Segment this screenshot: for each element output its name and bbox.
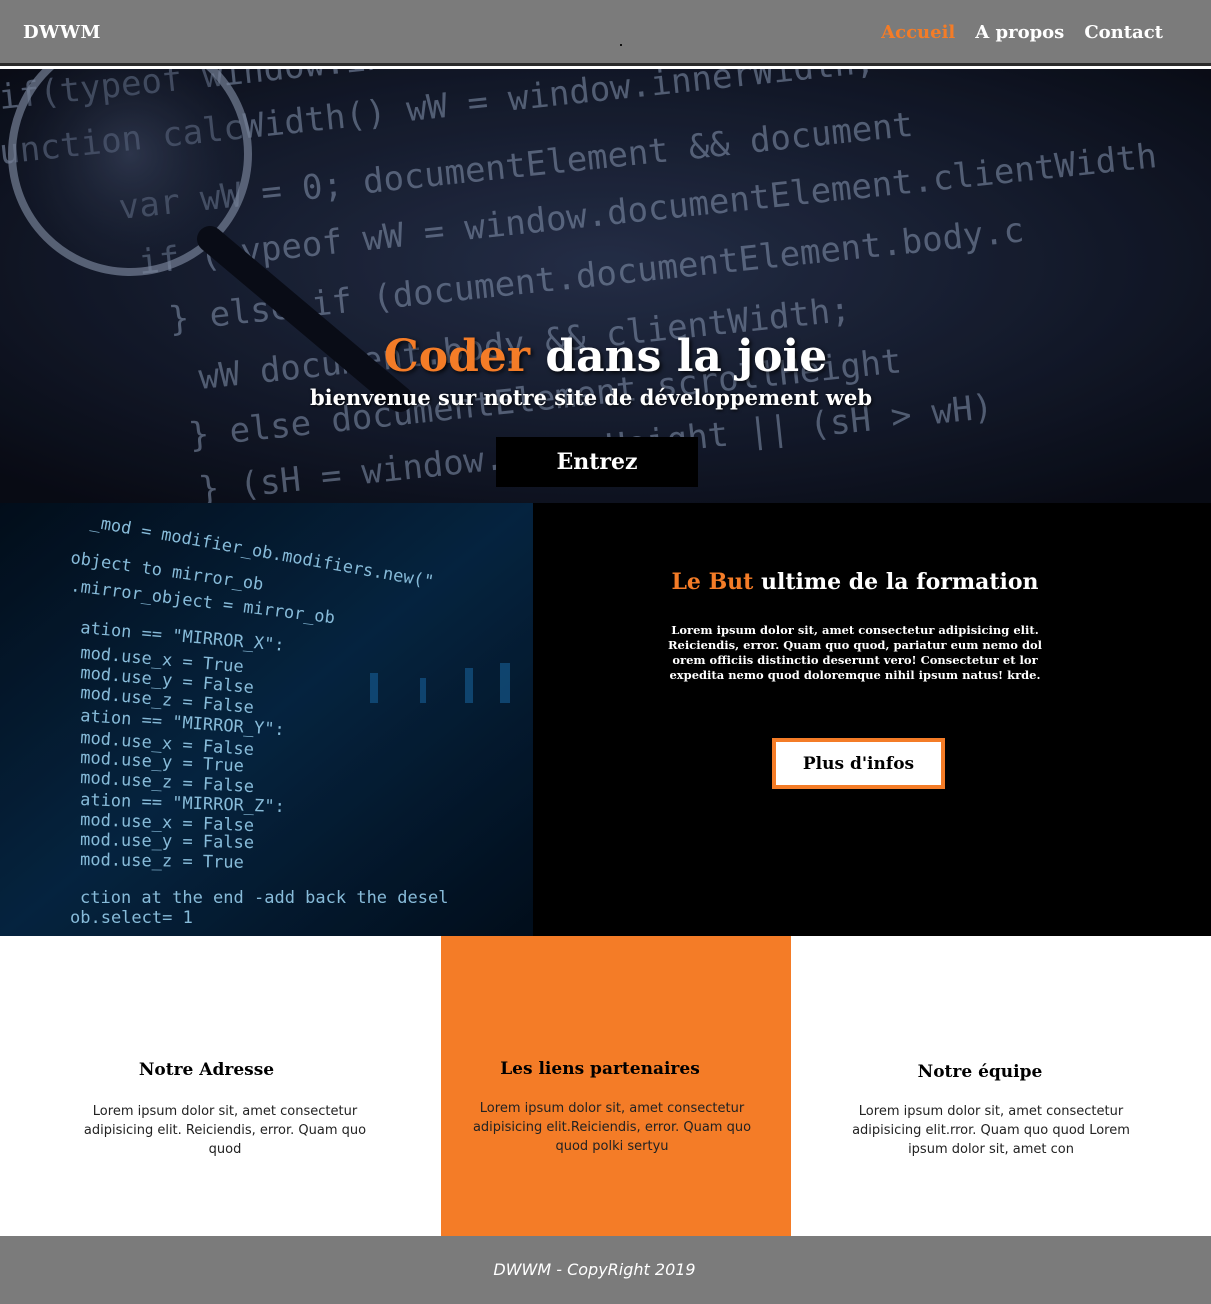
column-partners: Les liens partenaires Lorem ipsum dolor … [441,936,791,1236]
nav-link-a-propos[interactable]: A propos [975,22,1064,43]
main-nav: Accueil A propos Contact [881,22,1163,43]
mission-title-accent: Le But [671,569,754,595]
nav-link-contact[interactable]: Contact [1084,22,1163,43]
mission-title: Le But ultime de la formation [533,569,1177,595]
column-partners-text: Lorem ipsum dolor sit, amet consectetur … [472,1101,752,1154]
nav-link-accueil[interactable]: Accueil [881,22,955,43]
code-screen-image: _mod = modifier_ob.modifiers.new(" objec… [0,503,533,936]
hero-subtitle: bienvenue sur notre site de développemen… [309,385,873,410]
more-info-button[interactable]: Plus d'infos [772,738,945,789]
site-brand[interactable]: DWWM [23,22,101,43]
column-address-text: Lorem ipsum dolor sit, amet consectetur … [83,1104,367,1157]
site-header: DWWM Accueil A propos Contact [0,0,1211,66]
info-columns: Notre Adresse Lorem ipsum dolor sit, ame… [0,936,1211,1236]
hero-title-accent: Coder [383,331,531,382]
hero-section: if(typeof window.innerWidth == 'number')… [0,69,1211,503]
column-team-title: Notre équipe [917,1062,1043,1082]
hero-title: Coder dans la joie [0,331,1211,382]
column-partners-title: Les liens partenaires [500,1059,700,1079]
hero-title-rest: dans la joie [530,331,828,382]
mission-title-rest: ultime de la formation [753,569,1039,595]
footer-copyright: DWWM - CopyRight 2019 [493,1260,696,1279]
header-dot [620,44,622,46]
mission-code-image: _mod = modifier_ob.modifiers.new(" objec… [0,503,533,936]
mission-paragraph: Lorem ipsum dolor sit, amet consectetur … [667,623,1043,682]
column-address-title: Notre Adresse [138,1060,275,1080]
column-team-text: Lorem ipsum dolor sit, amet consectetur … [852,1104,1130,1157]
column-team: Notre équipe Lorem ipsum dolor sit, amet… [791,936,1211,1236]
column-address: Notre Adresse Lorem ipsum dolor sit, ame… [0,936,441,1236]
enter-button[interactable]: Entrez [496,437,698,487]
mission-section: _mod = modifier_ob.modifiers.new(" objec… [0,503,1211,936]
mission-text-panel: Le But ultime de la formation Lorem ipsu… [533,503,1211,936]
site-footer: DWWM - CopyRight 2019 [0,1236,1211,1304]
